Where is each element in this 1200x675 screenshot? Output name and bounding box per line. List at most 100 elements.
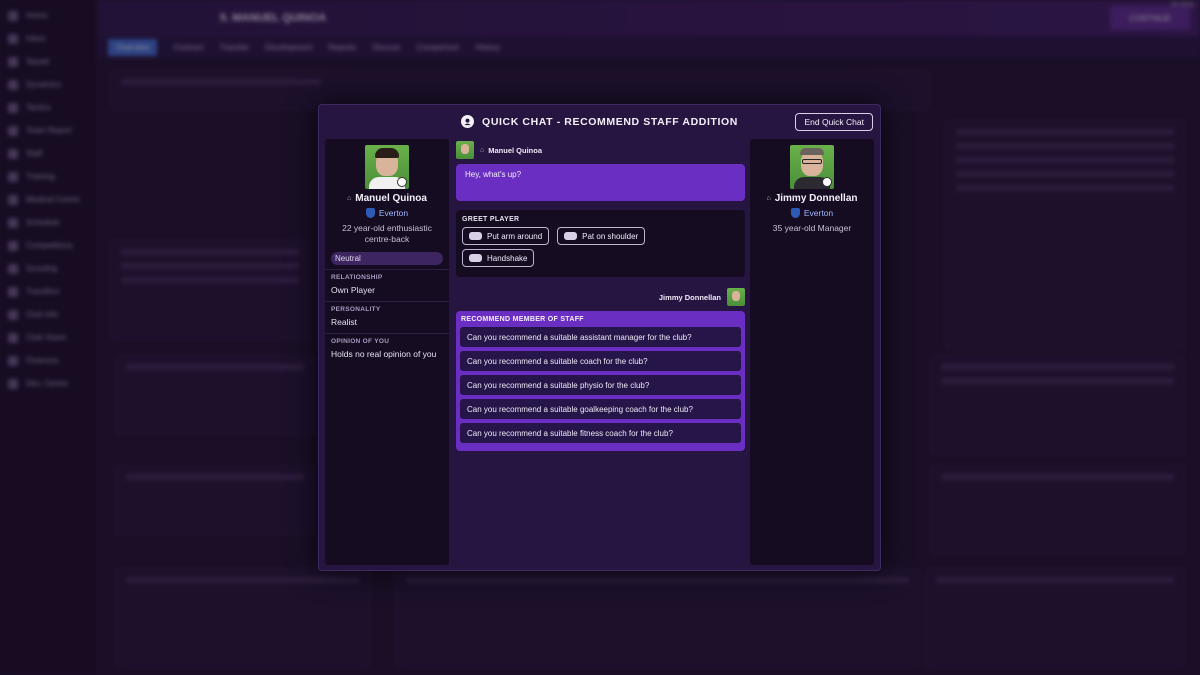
person-icon: ⌂	[347, 195, 352, 202]
tab-development[interactable]: Development	[265, 43, 312, 52]
sidebar-item[interactable]: Squad	[0, 50, 97, 73]
recommend-assistant-manager-option[interactable]: Can you recommend a suitable assistant m…	[460, 327, 741, 347]
tab-discuss[interactable]: Discuss	[372, 43, 400, 52]
sidebar-item[interactable]: Transfers	[0, 280, 97, 303]
sidebar-item[interactable]: Training	[0, 165, 97, 188]
manager-description: 35 year-old Manager	[772, 223, 852, 233]
manager-author: Jimmy Donnellan	[658, 292, 721, 302]
recommend-staff-label: RECOMMEND MEMBER OF STAFF	[461, 316, 584, 323]
sidebar-item[interactable]: Team Report	[0, 119, 97, 142]
trophy-icon	[8, 240, 18, 251]
sidebar-item[interactable]: Schedule	[0, 211, 97, 234]
bg-panel	[115, 355, 315, 435]
put-arm-around-button[interactable]: Put arm around	[462, 227, 550, 245]
recommend-physio-option[interactable]: Can you recommend a suitable physio for …	[460, 375, 741, 395]
relationship-value: Own Player	[331, 285, 375, 295]
player-author: Manuel Quinoa	[488, 145, 542, 155]
player-avatar[interactable]	[365, 145, 409, 189]
recommend-staff-box: RECOMMEND MEMBER OF STAFF Can you recomm…	[456, 311, 745, 451]
recommend-fitness-coach-option[interactable]: Can you recommend a suitable fitness coa…	[460, 423, 741, 443]
manager-club[interactable]: Everton	[750, 208, 874, 218]
development-icon	[8, 378, 18, 389]
club-icon	[8, 309, 18, 320]
squad-icon	[8, 56, 18, 67]
sidebar-item[interactable]: Dev. Centre	[0, 372, 97, 395]
staff-icon	[8, 148, 18, 159]
bg-panel	[930, 355, 1185, 455]
manager-message-header: Jimmy Donnellan	[456, 286, 745, 308]
medical-icon	[8, 194, 18, 205]
sidebar-item[interactable]: Medical Centre	[0, 188, 97, 211]
sidebar-item[interactable]: Dynamics	[0, 73, 97, 96]
bg-panel	[945, 120, 1185, 350]
manager-name[interactable]: ⌂ Jimmy Donnellan	[750, 193, 874, 204]
tab-comparison[interactable]: Comparison	[416, 43, 459, 52]
inbox-icon	[8, 33, 18, 44]
glasses-icon	[802, 159, 822, 164]
opinion-value: Holds no real opinion of you	[331, 349, 437, 359]
quick-chat-modal: QUICK CHAT - RECOMMEND STAFF ADDITION En…	[318, 104, 881, 571]
tab-reports[interactable]: Reports	[328, 43, 356, 52]
handshake-icon	[469, 254, 482, 262]
manager-avatar[interactable]	[790, 145, 834, 189]
training-icon	[8, 171, 18, 182]
sidebar-item[interactable]: Inbox	[0, 27, 97, 50]
bg-panel	[930, 465, 1185, 555]
handshake-button[interactable]: Handshake	[462, 249, 535, 267]
recommend-coach-option[interactable]: Can you recommend a suitable coach for t…	[460, 351, 741, 371]
sidebar-item[interactable]: Finances	[0, 349, 97, 372]
tactics-icon	[8, 102, 18, 113]
player-mini-avatar	[456, 141, 474, 159]
continue-button[interactable]: CONTINUE	[1110, 6, 1190, 30]
sidebar: Home Inbox Squad Dynamics Tactics Team R…	[0, 0, 98, 675]
personality-section: PERSONALITY Realist	[325, 301, 449, 329]
scouting-icon	[8, 263, 18, 274]
club-crest-icon	[790, 208, 800, 218]
greet-label: GREET PLAYER	[462, 216, 520, 223]
report-icon	[8, 125, 18, 136]
vision-icon	[8, 332, 18, 343]
dynamics-icon	[8, 79, 18, 90]
bg-panel	[925, 568, 1185, 668]
top-bar: 5. MANUEL QUINOA	[98, 0, 1200, 36]
recommend-goalkeeping-coach-option[interactable]: Can you recommend a suitable goalkeeping…	[460, 399, 741, 419]
sub-navigation: Overview Contract Transfer Development R…	[98, 36, 1200, 58]
arm-around-icon	[469, 232, 482, 240]
sidebar-item[interactable]: Tactics	[0, 96, 97, 119]
tab-transfer[interactable]: Transfer	[220, 43, 250, 52]
end-quick-chat-button[interactable]: End Quick Chat	[795, 113, 873, 131]
club-crest-icon	[365, 208, 375, 218]
sidebar-item[interactable]: Home	[0, 4, 97, 27]
calendar-icon	[8, 217, 18, 228]
transfers-icon	[8, 286, 18, 297]
sidebar-item[interactable]: Scouting	[0, 257, 97, 280]
tab-contract[interactable]: Contract	[173, 43, 203, 52]
sidebar-item[interactable]: Club Vision	[0, 326, 97, 349]
pat-on-shoulder-button[interactable]: Pat on shoulder	[557, 227, 646, 245]
mood-badge: Neutral	[331, 252, 443, 265]
sidebar-item[interactable]: Club Info	[0, 303, 97, 326]
club-badge-icon	[397, 177, 407, 187]
manager-mini-avatar	[727, 288, 745, 306]
personality-value: Realist	[331, 317, 357, 327]
finances-icon	[8, 355, 18, 366]
tab-history[interactable]: History	[475, 43, 500, 52]
player-club[interactable]: Everton	[325, 208, 449, 218]
opinion-section: OPINION OF YOU Holds no real opinion of …	[325, 333, 449, 361]
pat-shoulder-icon	[564, 232, 578, 240]
modal-title: QUICK CHAT - RECOMMEND STAFF ADDITION	[482, 115, 738, 128]
bg-panel	[110, 240, 310, 340]
sidebar-item[interactable]: Staff	[0, 142, 97, 165]
player-header: 5. MANUEL QUINOA	[220, 12, 327, 24]
player-description: 22 year-old enthusiastic centre-back	[342, 223, 432, 244]
chat-area: ⌂ Manuel Quinoa Hey, what's up? GREET PL…	[456, 139, 745, 451]
relationship-section: RELATIONSHIP Own Player	[325, 269, 449, 297]
player-name[interactable]: ⌂ Manuel Quinoa	[325, 193, 449, 204]
person-icon: ⌂	[480, 146, 485, 154]
tab-overview[interactable]: Overview	[108, 38, 158, 56]
sidebar-item[interactable]: Competitions	[0, 234, 97, 257]
chat-icon	[461, 115, 475, 128]
player-card: ⌂ Manuel Quinoa Everton 22 year-old enth…	[325, 139, 449, 565]
club-badge-icon	[822, 177, 832, 187]
bg-panel	[115, 568, 370, 668]
